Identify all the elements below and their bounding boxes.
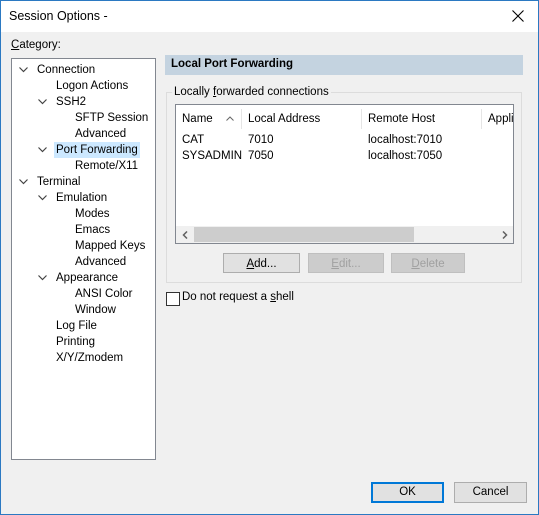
category-label-text: ategory: (19, 39, 61, 51)
close-button[interactable] (504, 5, 532, 27)
cancel-button[interactable]: Cancel (454, 482, 527, 503)
edit-label: dit... (338, 258, 361, 270)
delete-label: elete (419, 258, 445, 270)
chevron-down-icon[interactable] (18, 62, 28, 78)
tree-item[interactable]: Remote/X11 (73, 158, 140, 174)
sort-ascending-icon (226, 116, 234, 121)
cell-name: CAT (182, 134, 205, 146)
add-button[interactable]: Add... (223, 253, 300, 273)
chevron-down-icon[interactable] (18, 174, 28, 190)
chevron-right-icon (501, 230, 508, 239)
chevron-down-icon[interactable] (37, 270, 47, 286)
tree-item[interactable]: Emacs (73, 222, 112, 238)
tree-item[interactable]: Mapped Keys (73, 238, 147, 254)
tree-item[interactable]: Modes (73, 206, 112, 222)
column-header-remote-host[interactable]: Remote Host (362, 109, 482, 129)
section-header-title: Local Port Forwarding (171, 58, 294, 70)
column-header-name-label: Name (182, 113, 213, 125)
tree-item[interactable]: Advanced (73, 126, 128, 142)
scroll-thumb[interactable] (194, 227, 414, 242)
scroll-left-button[interactable] (176, 226, 193, 243)
category-tree[interactable]: Connection Logon Actions SSH2 SFTP Session A… (11, 58, 156, 460)
close-icon (512, 10, 524, 22)
checkbox-label-post: hell (275, 291, 294, 303)
tree-item[interactable]: Advanced (73, 254, 128, 270)
delete-button[interactable]: Delete (391, 253, 465, 273)
tree-item[interactable]: Port Forwarding (54, 142, 140, 158)
connections-list[interactable]: Name Local Address Remote Host Appli CAT… (175, 104, 514, 244)
tree-item[interactable]: SSH2 (54, 94, 88, 110)
cell-local-address: 7010 (248, 134, 274, 146)
tree-item[interactable]: Terminal (35, 174, 82, 190)
do-not-request-shell-label[interactable]: Do not request a shell (182, 291, 294, 303)
add-label: dd... (254, 258, 277, 270)
column-header-local-address-label: Local Address (248, 113, 321, 125)
cell-remote-host: localhost:7010 (368, 134, 443, 146)
group-label: Locally forwarded connections (172, 86, 331, 98)
edit-button[interactable]: Edit... (308, 253, 384, 273)
tree-item[interactable]: Window (73, 302, 118, 318)
column-header-application-label: Appli (488, 113, 514, 125)
group-label-pre: Locally (174, 86, 213, 98)
chevron-down-icon[interactable] (37, 94, 47, 110)
title-bar: Session Options - (1, 1, 538, 32)
tree-item[interactable]: Appearance (54, 270, 120, 286)
column-header-name[interactable]: Name (176, 109, 242, 129)
tree-item[interactable]: X/Y/Zmodem (54, 350, 125, 366)
checkbox-label-pre: Do not request a (182, 291, 271, 303)
horizontal-scrollbar[interactable] (176, 226, 513, 243)
tree-item[interactable]: Connection (35, 62, 97, 78)
window-title: Session Options - (9, 9, 108, 23)
delete-mnemonic: D (411, 258, 420, 270)
do-not-request-shell-checkbox[interactable] (166, 292, 180, 306)
section-header: Local Port Forwarding (165, 55, 523, 75)
column-header-application[interactable]: Appli (482, 109, 514, 129)
tree-item[interactable]: ANSI Color (73, 286, 135, 302)
tree-item[interactable]: Printing (54, 334, 97, 350)
tree-item[interactable]: Logon Actions (54, 78, 130, 94)
cell-remote-host: localhost:7050 (368, 150, 443, 162)
scroll-right-button[interactable] (496, 226, 513, 243)
edit-mnemonic: E (331, 258, 339, 270)
tree-item[interactable]: SFTP Session (73, 110, 150, 126)
column-header-local-address[interactable]: Local Address (242, 109, 362, 129)
tree-item[interactable]: Emulation (54, 190, 109, 206)
chevron-left-icon (181, 230, 188, 239)
tree-item[interactable]: Log File (54, 318, 99, 334)
cell-local-address: 7050 (248, 150, 274, 162)
column-header-remote-host-label: Remote Host (368, 113, 436, 125)
chevron-down-icon[interactable] (37, 190, 47, 206)
category-label: Category: (11, 39, 61, 51)
add-mnemonic: A (246, 258, 255, 270)
cell-name: SYSADMIN (182, 150, 243, 162)
group-label-post: orwarded connections (216, 86, 329, 98)
ok-button[interactable]: OK (371, 482, 444, 503)
chevron-down-icon[interactable] (37, 142, 47, 158)
